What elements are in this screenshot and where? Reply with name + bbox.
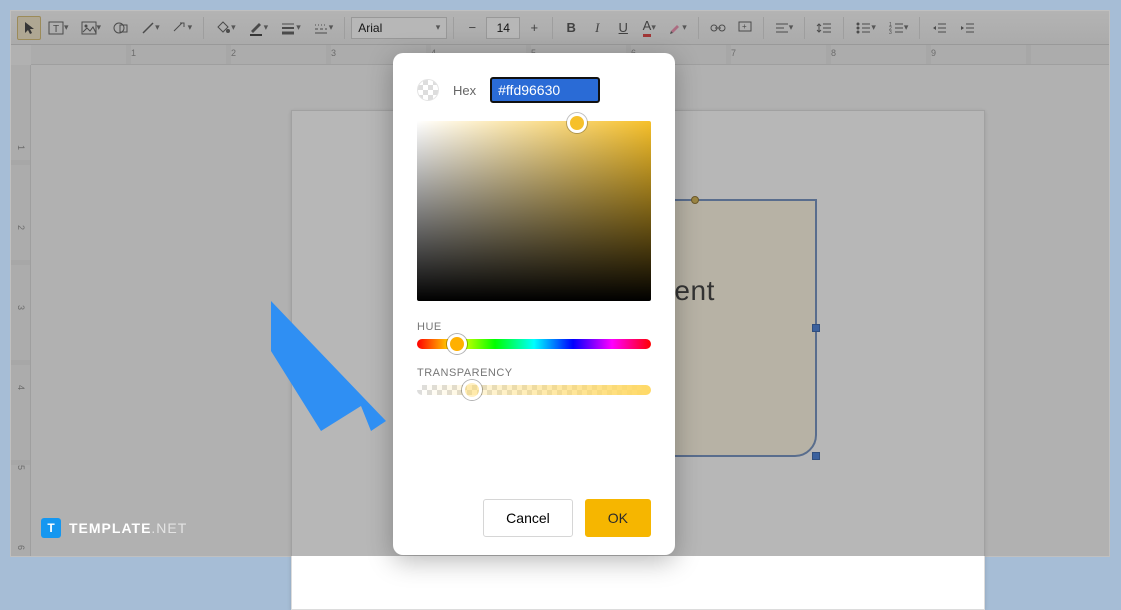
saturation-thumb[interactable]: [567, 113, 587, 133]
cancel-button[interactable]: Cancel: [483, 499, 573, 537]
app-frame: T▾ ▾ ▾ ▾ ▾ ▾ ▾ ▾ Arial▾ − 14 + B I U A▾ …: [10, 10, 1110, 557]
ok-button[interactable]: OK: [585, 499, 651, 537]
hue-label: HUE: [417, 321, 651, 333]
transparency-slider[interactable]: [417, 385, 651, 395]
watermark-text: TEMPLATE.NET: [69, 520, 187, 536]
color-picker-dialog: Hex HUE TRANSPARENCY Cancel OK: [393, 53, 675, 555]
transparency-preview-icon: [417, 79, 439, 101]
hex-label: Hex: [453, 83, 476, 98]
transparency-label: TRANSPARENCY: [417, 367, 651, 379]
transparency-thumb[interactable]: [462, 380, 482, 400]
watermark: T TEMPLATE.NET: [41, 518, 187, 538]
hue-thumb[interactable]: [447, 334, 467, 354]
watermark-badge-icon: T: [41, 518, 61, 538]
hex-input[interactable]: [490, 77, 600, 103]
saturation-field[interactable]: [417, 121, 651, 301]
hue-slider[interactable]: [417, 339, 651, 349]
